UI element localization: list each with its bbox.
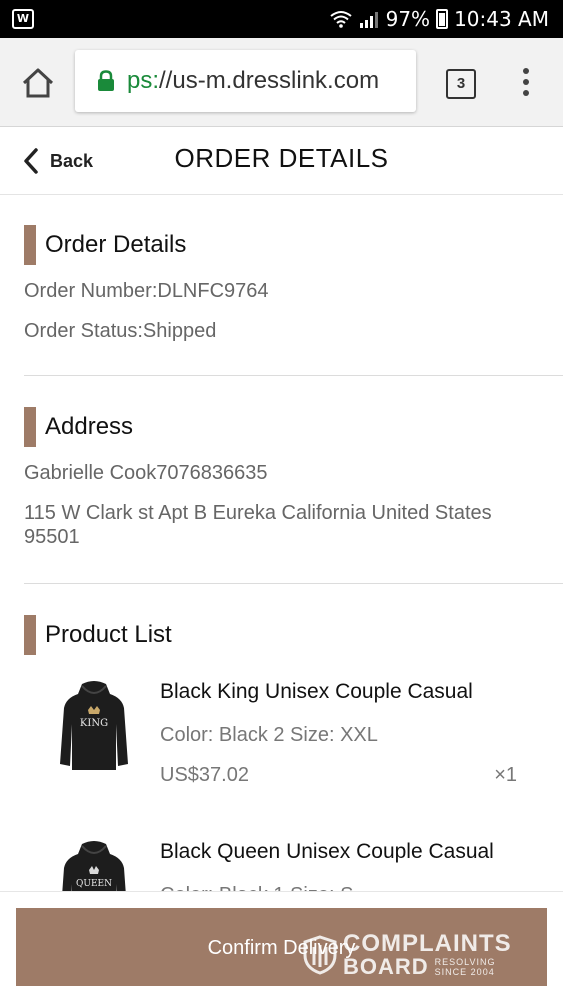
- signal-icon: [359, 12, 378, 28]
- watermark-logo: COMPLAINTS BOARD RESOLVING SINCE 2004: [303, 932, 512, 978]
- overflow-menu-icon[interactable]: [520, 68, 532, 98]
- page-header: Back ORDER DETAILS: [0, 127, 563, 195]
- product-quantity: ×1: [494, 764, 517, 786]
- product-list-section: Product List: [24, 615, 563, 655]
- product-price: US$37.02: [160, 764, 249, 786]
- watermark-sub1: RESOLVING: [434, 957, 496, 967]
- divider: [24, 375, 563, 376]
- watermark-line2: BOARD: [343, 954, 429, 979]
- wifi-icon: [329, 11, 352, 28]
- section-accent-bar: [24, 407, 36, 447]
- recipient-name-phone: Gabrielle Cook7076836635: [24, 462, 268, 484]
- print-text: KING: [80, 718, 108, 729]
- order-details-heading: Order Details: [45, 231, 187, 258]
- order-details-section: Order Details Order Number:DLNFC9764 Ord…: [24, 225, 563, 343]
- url-host: //us-m.dresslink.com: [159, 67, 380, 94]
- print-text: QUEEN: [76, 879, 112, 889]
- order-status: Order Status:Shipped: [24, 320, 217, 342]
- battery-icon: [436, 9, 449, 29]
- shield-icon: [303, 935, 337, 975]
- street-address: 115 W Clark st Apt B Eureka California U…: [24, 502, 492, 548]
- lock-icon: [98, 70, 114, 91]
- section-accent-bar: [24, 225, 36, 265]
- battery-percent: 97%: [385, 7, 431, 31]
- app-notification-icon: W: [12, 9, 34, 29]
- address-heading: Address: [45, 413, 134, 440]
- product-name[interactable]: Black Queen Unisex Couple Casual: [160, 840, 494, 864]
- home-icon[interactable]: [18, 63, 58, 103]
- status-bar: W 97% 10:43 AM: [0, 0, 563, 38]
- order-number: Order Number:DLNFC9764: [24, 280, 269, 302]
- product-list-heading: Product List: [45, 621, 172, 648]
- watermark-line1: COMPLAINTS: [343, 930, 512, 957]
- status-icons: 97% 10:43 AM: [329, 0, 549, 38]
- product-item[interactable]: KING Black King Unisex Couple Casual Col…: [0, 680, 563, 820]
- url-scheme: ps:: [127, 67, 160, 94]
- address-section: Address Gabrielle Cook7076836635 115 W C…: [24, 407, 563, 549]
- watermark-sub2: SINCE 2004: [434, 967, 495, 977]
- clock: 10:43 AM: [454, 7, 549, 31]
- section-accent-bar: [24, 615, 36, 655]
- browser-toolbar: ps://us-m.dresslink.com 3: [0, 38, 563, 127]
- product-name[interactable]: Black King Unisex Couple Casual: [160, 680, 473, 704]
- page-title: ORDER DETAILS: [174, 143, 389, 173]
- divider: [24, 583, 563, 584]
- product-attributes: Color: Black 2 Size: XXL: [160, 724, 378, 746]
- product-image-hoodie: KING: [60, 681, 128, 770]
- url-bar[interactable]: ps://us-m.dresslink.com: [75, 50, 416, 112]
- tab-switcher-button[interactable]: 3: [446, 69, 476, 99]
